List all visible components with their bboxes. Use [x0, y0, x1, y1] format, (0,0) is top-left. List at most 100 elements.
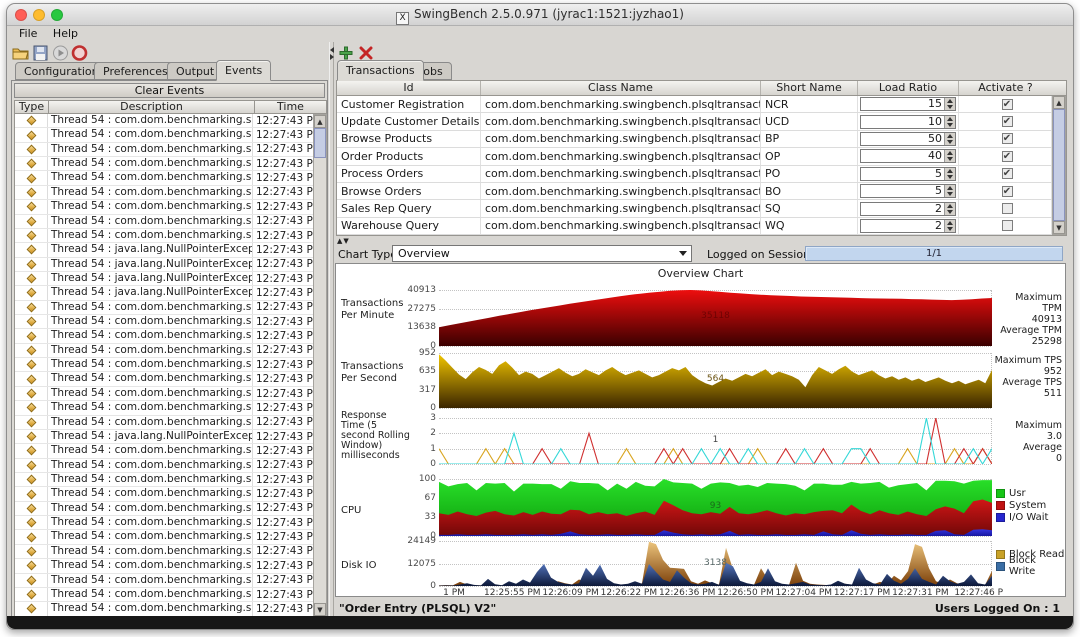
- stop-icon[interactable]: [71, 45, 88, 61]
- spinner-down-icon[interactable]: [945, 191, 955, 197]
- load-ratio-spinner[interactable]: 5: [860, 184, 956, 199]
- load-ratio-spinner[interactable]: 10: [860, 114, 956, 129]
- event-row[interactable]: Thread 54 : com.dom.benchmarking.swingbe…: [15, 602, 313, 616]
- event-row[interactable]: Thread 54 : com.dom.benchmarking.swingbe…: [15, 386, 313, 402]
- tx-header-id[interactable]: Id: [337, 81, 481, 95]
- event-row[interactable]: Thread 54 : com.dom.benchmarking.swingbe…: [15, 300, 313, 316]
- event-row[interactable]: Thread 54 : com.dom.benchmarking.swingbe…: [15, 228, 313, 244]
- event-row[interactable]: Thread 54 : com.dom.benchmarking.swingbe…: [15, 472, 313, 488]
- vertical-splitter[interactable]: [329, 42, 334, 617]
- event-row[interactable]: Thread 54 : com.dom.benchmarking.swingbe…: [15, 128, 313, 143]
- transaction-row[interactable]: Update Customer Details com.dom.benchmark…: [337, 113, 1066, 131]
- event-row[interactable]: Thread 54 : com.dom.benchmarking.swingbe…: [15, 401, 313, 416]
- spinner-down-icon[interactable]: [945, 174, 955, 180]
- spinner-down-icon[interactable]: [945, 226, 955, 232]
- events-header-type[interactable]: Type: [15, 101, 49, 113]
- scroll-down-icon[interactable]: ▼: [314, 603, 326, 616]
- scroll-down-icon[interactable]: ▼: [1053, 221, 1065, 234]
- activate-checkbox[interactable]: ✔: [1001, 150, 1013, 162]
- scroll-up-icon[interactable]: ▲: [1053, 96, 1065, 109]
- load-ratio-spinner[interactable]: 2: [860, 218, 956, 233]
- transaction-row[interactable]: Browse Orders com.dom.benchmarking.swingb…: [337, 182, 1066, 201]
- event-row[interactable]: Thread 54 : com.dom.benchmarking.swingbe…: [15, 142, 313, 158]
- open-folder-icon[interactable]: [12, 45, 29, 61]
- clear-events-button[interactable]: Clear Events: [14, 83, 325, 98]
- activate-checkbox[interactable]: ✔: [1001, 116, 1013, 128]
- menu-help[interactable]: Help: [47, 26, 84, 41]
- event-row[interactable]: Thread 54 : com.dom.benchmarking.swingbe…: [15, 114, 313, 129]
- minimize-button[interactable]: [33, 9, 45, 21]
- events-scrollbar[interactable]: ▲ ▼: [313, 114, 327, 617]
- tab-preferences[interactable]: Preferences: [94, 62, 177, 80]
- event-row[interactable]: Thread 54 : com.dom.benchmarking.swingbe…: [15, 415, 313, 430]
- event-row[interactable]: Thread 54 : com.dom.benchmarking.swingbe…: [15, 200, 313, 215]
- load-ratio-spinner[interactable]: 2: [860, 201, 956, 216]
- transaction-row[interactable]: Warehouse Query com.dom.benchmarking.swin…: [337, 217, 1066, 236]
- event-row[interactable]: Thread 54 : java.lang.NullPointerExcepti…: [15, 243, 313, 258]
- menu-file[interactable]: File: [13, 26, 43, 41]
- activate-checkbox[interactable]: ✔: [1001, 185, 1013, 197]
- event-row[interactable]: Thread 54 : com.dom.benchmarking.swingbe…: [15, 358, 313, 373]
- event-row[interactable]: Thread 54 : com.dom.benchmarking.swingbe…: [15, 458, 313, 473]
- event-row[interactable]: Thread 54 : com.dom.benchmarking.swingbe…: [15, 487, 313, 502]
- spinner-down-icon[interactable]: [945, 139, 955, 145]
- event-row[interactable]: Thread 54 : com.dom.benchmarking.swingbe…: [15, 157, 313, 172]
- save-icon[interactable]: [32, 45, 49, 61]
- horizontal-splitter-arrows[interactable]: ▲▼: [337, 237, 350, 245]
- load-ratio-spinner[interactable]: 5: [860, 166, 956, 181]
- event-row[interactable]: Thread 54 : com.dom.benchmarking.swingbe…: [15, 343, 313, 359]
- load-ratio-spinner[interactable]: 50: [860, 131, 956, 146]
- event-row[interactable]: Thread 54 : com.dom.benchmarking.swingbe…: [15, 587, 313, 603]
- add-transaction-icon[interactable]: [339, 46, 353, 60]
- spinner-down-icon[interactable]: [945, 122, 955, 128]
- tab-output[interactable]: Output: [167, 62, 224, 80]
- chart-type-select[interactable]: Overview: [392, 245, 692, 262]
- load-ratio-spinner[interactable]: 15: [860, 97, 956, 112]
- event-row[interactable]: Thread 54 : com.dom.benchmarking.swingbe…: [15, 185, 313, 201]
- event-row[interactable]: Thread 54 : com.dom.benchmarking.swingbe…: [15, 372, 313, 387]
- transaction-row[interactable]: Process Orders com.dom.benchmarking.swing…: [337, 165, 1066, 183]
- tx-header-short[interactable]: Short Name: [761, 81, 858, 95]
- transaction-row[interactable]: Customer Registration com.dom.benchmarkin…: [337, 96, 1066, 114]
- load-ratio-spinner[interactable]: 40: [860, 149, 956, 164]
- tx-header-ratio[interactable]: Load Ratio: [858, 81, 959, 95]
- event-row[interactable]: Thread 54 : com.dom.benchmarking.swingbe…: [15, 329, 313, 344]
- event-row[interactable]: Thread 54 : com.dom.benchmarking.swingbe…: [15, 214, 313, 229]
- transaction-row[interactable]: Order Products com.dom.benchmarking.swing…: [337, 148, 1066, 166]
- delete-transaction-icon[interactable]: [359, 46, 373, 60]
- spinner-down-icon[interactable]: [945, 209, 955, 215]
- event-row[interactable]: Thread 54 : com.dom.benchmarking.swingbe…: [15, 501, 313, 517]
- transactions-scrollbar-thumb[interactable]: [1053, 109, 1065, 221]
- transaction-row[interactable]: Sales Rep Query com.dom.benchmarking.swin…: [337, 200, 1066, 218]
- transaction-row[interactable]: Browse Products com.dom.benchmarking.swin…: [337, 130, 1066, 149]
- tx-header-class[interactable]: Class Name: [481, 81, 761, 95]
- event-row[interactable]: Thread 54 : com.dom.benchmarking.swingbe…: [15, 544, 313, 560]
- tab-transactions[interactable]: Transactions: [337, 60, 424, 81]
- event-row[interactable]: Thread 54 : com.dom.benchmarking.swingbe…: [15, 573, 313, 588]
- activate-checkbox[interactable]: [1001, 203, 1013, 215]
- activate-checkbox[interactable]: ✔: [1001, 133, 1013, 145]
- event-row[interactable]: Thread 54 : com.dom.benchmarking.swingbe…: [15, 315, 313, 330]
- event-row[interactable]: Thread 54 : com.dom.benchmarking.swingbe…: [15, 530, 313, 545]
- event-row[interactable]: Thread 54 : java.lang.NullPointerExcepti…: [15, 429, 313, 445]
- event-row[interactable]: Thread 54 : com.dom.benchmarking.swingbe…: [15, 516, 313, 531]
- events-header-time[interactable]: Time: [255, 101, 326, 113]
- splitter-one-touch-arrows[interactable]: [329, 46, 334, 61]
- activate-checkbox[interactable]: ✔: [1001, 98, 1013, 110]
- activate-checkbox[interactable]: ✔: [1001, 168, 1013, 180]
- tab-events[interactable]: Events: [216, 60, 272, 81]
- tx-header-activate[interactable]: Activate ?: [959, 81, 1052, 95]
- activate-checkbox[interactable]: [1001, 220, 1013, 232]
- events-scrollbar-thumb[interactable]: [314, 128, 326, 158]
- play-icon[interactable]: [52, 45, 69, 61]
- event-row[interactable]: Thread 54 : com.dom.benchmarking.swingbe…: [15, 444, 313, 459]
- event-row[interactable]: Thread 54 : com.dom.benchmarking.swingbe…: [15, 171, 313, 186]
- spinner-down-icon[interactable]: [945, 104, 955, 110]
- scroll-up-icon[interactable]: ▲: [314, 115, 326, 128]
- spinner-down-icon[interactable]: [945, 156, 955, 162]
- event-row[interactable]: Thread 54 : com.dom.benchmarking.swingbe…: [15, 559, 313, 574]
- close-button[interactable]: [15, 9, 27, 21]
- event-row[interactable]: Thread 54 : java.lang.NullPointerExcepti…: [15, 286, 313, 301]
- zoom-button[interactable]: [51, 9, 63, 21]
- events-header-description[interactable]: Description: [49, 101, 255, 113]
